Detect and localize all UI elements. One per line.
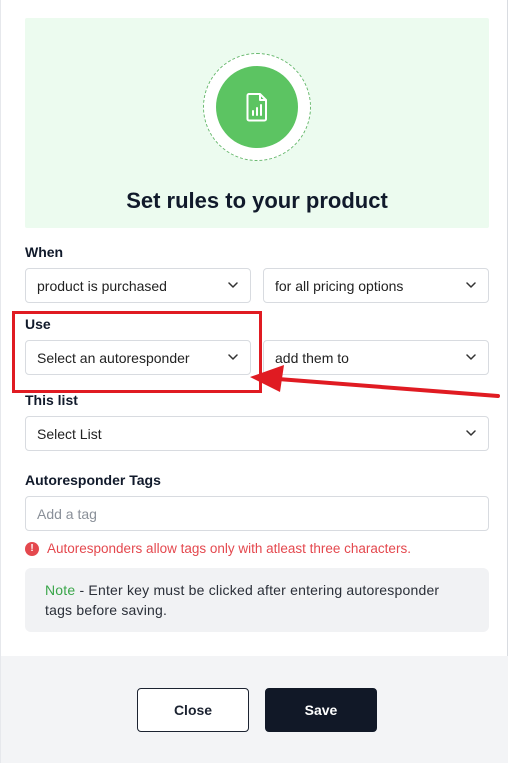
error-icon: ! [25, 541, 39, 556]
modal-footer: Close Save [1, 656, 508, 763]
note-text: - Enter key must be clicked after enteri… [45, 582, 440, 618]
page-title: Set rules to your product [126, 188, 388, 213]
list-label: This list [25, 392, 78, 408]
tag-input-placeholder: Add a tag [37, 505, 97, 522]
trigger-select[interactable]: product is purchased [25, 268, 251, 303]
trigger-select-value: product is purchased [37, 277, 167, 294]
note-box: Note - Enter key must be clicked after e… [25, 568, 489, 632]
annotation-arrow [250, 365, 500, 398]
badge-circle [216, 66, 298, 148]
chevron-down-icon [466, 430, 476, 436]
pricing-select[interactable]: for all pricing options [263, 268, 489, 303]
tag-error-message: ! Autoresponders allow tags only with at… [25, 541, 411, 556]
list-select-value: Select List [37, 425, 102, 442]
chevron-down-icon [228, 282, 238, 288]
close-button[interactable]: Close [137, 688, 249, 732]
tag-error-text: Autoresponders allow tags only with atle… [47, 541, 411, 556]
save-button[interactable]: Save [265, 688, 377, 732]
chart-document-icon [246, 93, 267, 122]
hero-banner: Set rules to your product [25, 18, 489, 228]
when-label: When [25, 244, 64, 260]
list-select[interactable]: Select List [25, 416, 489, 451]
tags-label: Autoresponder Tags [25, 472, 161, 488]
pricing-select-value: for all pricing options [275, 277, 404, 294]
chevron-down-icon [466, 282, 476, 288]
badge-ring [203, 53, 311, 161]
note-keyword: Note [45, 582, 76, 598]
annotation-highlight-box [12, 311, 262, 393]
tag-input[interactable]: Add a tag [25, 496, 489, 531]
